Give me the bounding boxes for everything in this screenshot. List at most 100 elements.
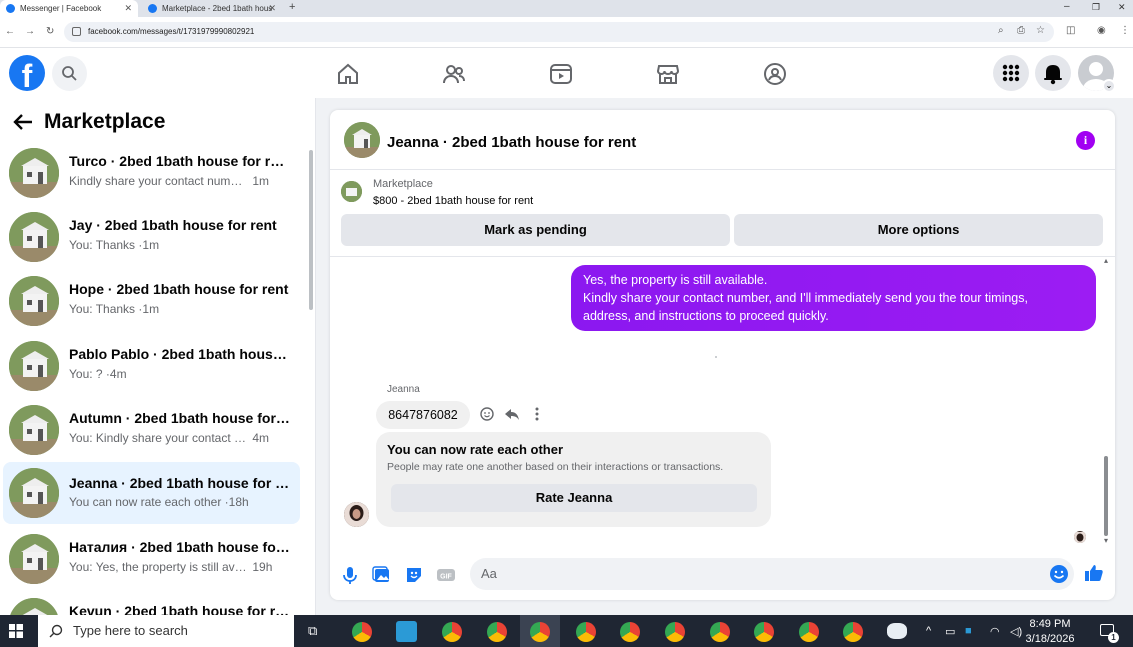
taskbar-clock[interactable]: 8:49 PM 3/18/2026 (1020, 617, 1080, 647)
conversation-preview: You: Kindly share your contact num... 4m (69, 431, 270, 445)
gif-icon[interactable]: GIF (436, 565, 456, 585)
microphone-icon[interactable] (340, 565, 360, 585)
chrome-profile-taskbar-icon[interactable] (710, 622, 730, 642)
site-info-icon[interactable] (72, 27, 81, 36)
voice-app-taskbar-icon[interactable] (396, 621, 417, 642)
account-chevron-down-icon[interactable]: ⌄ (1102, 79, 1116, 93)
zoom-icon[interactable]: ⌕ (998, 25, 1004, 36)
photo-icon[interactable] (372, 565, 392, 585)
more-options-button[interactable]: More options (734, 214, 1103, 246)
react-emoji-icon[interactable] (479, 406, 495, 422)
sender-name: Jeanna (387, 384, 420, 395)
conversation-item[interactable]: Autumn · 2bed 1bath house for r... You: … (3, 401, 300, 459)
security-tray-icon[interactable]: ■ (965, 625, 972, 637)
conversation-sidebar: Marketplace Turco · 2bed 1bath house for… (0, 98, 316, 615)
bookmark-star-icon[interactable]: ☆ (1036, 25, 1045, 36)
browser-tab-bar: Messenger | Facebook ✕ Marketplace - 2be… (0, 0, 1133, 17)
conversation-item[interactable]: Hope · 2bed 1bath house for rent You: Th… (3, 272, 300, 330)
scroll-down-arrow-icon[interactable]: ▾ (1104, 536, 1108, 545)
message-line: Kindly share your contact number, and I'… (583, 291, 1028, 305)
search-icon (49, 624, 63, 638)
mark-as-pending-button[interactable]: Mark as pending (341, 214, 730, 246)
back-arrow-icon[interactable] (12, 112, 34, 132)
message-input[interactable]: Aa (470, 558, 1074, 590)
clock-date: 3/18/2026 (1025, 633, 1075, 645)
more-vertical-icon[interactable] (529, 406, 545, 422)
listing-avatar[interactable] (344, 122, 380, 158)
sender-avatar[interactable] (344, 502, 369, 527)
seen-avatar (1074, 531, 1086, 543)
sidebar-scrollbar[interactable] (309, 150, 313, 310)
task-view-icon[interactable]: ⧉ (308, 623, 317, 639)
back-arrow-icon[interactable]: ← (5, 26, 15, 37)
tray-overflow-chevron-icon[interactable]: ^ (926, 625, 931, 637)
conversation-preview: You can now rate each other ·18h (69, 495, 249, 509)
reload-icon[interactable]: ↻ (46, 26, 54, 37)
sticker-icon[interactable] (404, 565, 424, 585)
conversation-item[interactable]: Наталия · 2bed 1bath house for r... You:… (3, 530, 300, 588)
profile-icon[interactable]: ◉ (1097, 25, 1106, 36)
chat-scrollbar[interactable] (1104, 456, 1108, 536)
groups-icon[interactable] (763, 62, 787, 86)
rate-jeanna-button[interactable]: Rate Jeanna (391, 484, 757, 512)
listing-thumbnail (341, 181, 362, 202)
emoji-icon[interactable] (1049, 564, 1069, 584)
info-icon[interactable]: i (1076, 131, 1095, 150)
outgoing-message-bubble[interactable]: Yes, the property is still available. Ki… (571, 265, 1096, 331)
browser-tab-messenger[interactable]: Messenger | Facebook ✕ (0, 0, 138, 17)
close-tab-icon[interactable]: ✕ (124, 0, 132, 17)
side-panel-icon[interactable]: ◫ (1066, 25, 1075, 36)
chrome-profile-taskbar-icon[interactable] (620, 622, 640, 642)
incoming-message-bubble[interactable]: 8647876082 (376, 401, 470, 429)
facebook-logo-icon[interactable]: f (9, 55, 45, 91)
menu-button[interactable] (993, 55, 1029, 91)
listing-price[interactable]: $800 - 2bed 1bath house for rent (373, 195, 533, 207)
minimize-icon[interactable]: – (1064, 1, 1070, 12)
browser-tab-marketplace[interactable]: Marketplace - 2bed 1bath hous ✕ (142, 0, 282, 17)
marketplace-icon[interactable] (656, 62, 680, 86)
paint-app-taskbar-icon[interactable] (887, 623, 907, 639)
windows-start-icon[interactable] (9, 624, 23, 638)
chrome-profile-taskbar-icon[interactable] (487, 622, 507, 642)
new-tab-icon[interactable]: + (289, 1, 295, 13)
chrome-profile-taskbar-icon[interactable] (442, 622, 462, 642)
scroll-up-arrow-icon[interactable]: ▴ (1104, 256, 1108, 265)
maximize-icon[interactable]: ❐ (1092, 2, 1100, 13)
home-icon[interactable] (336, 62, 360, 86)
battery-icon[interactable]: ▭ (945, 625, 955, 638)
conversation-title: Kevun · 2bed 1bath house for rent (69, 603, 291, 615)
url-field[interactable]: facebook.com/messages/t/1731979990802921 (64, 22, 1054, 42)
chat-title[interactable]: Jeanna · 2bed 1bath house for rent (387, 134, 636, 151)
conversation-item[interactable]: Turco · 2bed 1bath house for rent Kindly… (3, 144, 300, 202)
browser-menu-icon[interactable]: ⋮ (1120, 25, 1130, 36)
conversation-item[interactable]: Pablo Pablo · 2bed 1bath house f... You:… (3, 337, 300, 395)
close-window-icon[interactable]: ✕ (1118, 2, 1126, 13)
conversation-item[interactable]: Jay · 2bed 1bath house for rent You: Tha… (3, 208, 300, 266)
conversation-item[interactable]: Kevun · 2bed 1bath house for rent (3, 594, 300, 615)
wifi-icon[interactable]: ◠ (990, 625, 1000, 638)
thumbs-up-icon[interactable] (1084, 563, 1104, 583)
rating-title: You can now rate each other (387, 442, 564, 457)
chrome-profile-taskbar-icon[interactable] (576, 622, 596, 642)
install-icon[interactable]: ⎙ (1017, 25, 1025, 36)
search-button[interactable] (52, 56, 87, 91)
chrome-profile-taskbar-icon[interactable] (754, 622, 774, 642)
friends-icon[interactable] (442, 62, 466, 86)
forward-arrow-icon[interactable]: → (25, 26, 35, 37)
chrome-profile-taskbar-icon[interactable] (799, 622, 819, 642)
notifications-button[interactable] (1035, 55, 1071, 91)
sidebar-title: Marketplace (44, 110, 166, 133)
chrome-profile-taskbar-icon[interactable] (665, 622, 685, 642)
close-tab-icon[interactable]: ✕ (268, 0, 276, 17)
chrome-profile-taskbar-icon[interactable] (843, 622, 863, 642)
conversation-item-selected[interactable]: Jeanna · 2bed 1bath house for rent You c… (3, 462, 300, 524)
conversation-title: Наталия · 2bed 1bath house for r... (69, 539, 291, 555)
conversation-title: Jay · 2bed 1bath house for rent (69, 217, 277, 233)
divider (330, 256, 1115, 257)
video-icon[interactable] (549, 62, 573, 86)
chrome-taskbar-icon[interactable] (352, 622, 372, 642)
taskbar-search-box[interactable]: Type here to search (38, 615, 294, 647)
conversation-preview: You: ? ·4m (69, 367, 127, 381)
chrome-profile-taskbar-icon[interactable] (530, 622, 550, 642)
reply-icon[interactable] (504, 406, 520, 422)
